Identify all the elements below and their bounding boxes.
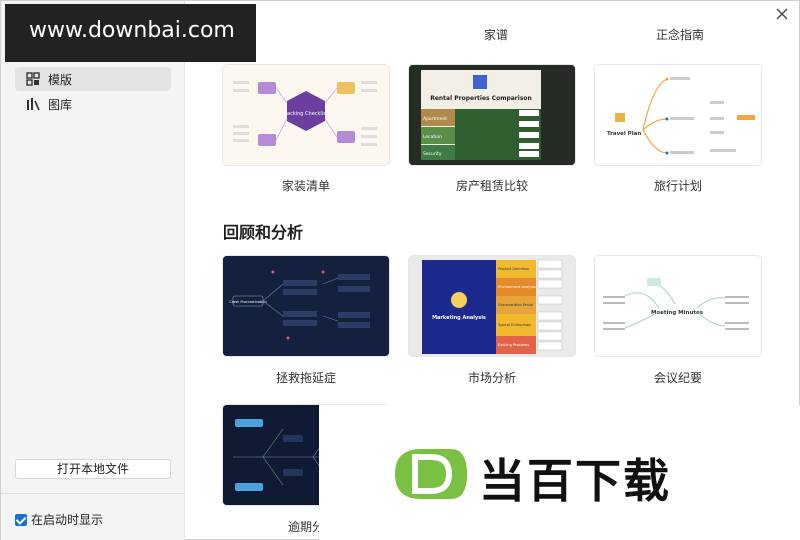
template-label-travel: 旅行计划	[653, 179, 702, 193]
thumb-row: Existing Problems	[498, 343, 529, 347]
thumb-row: Characteristics Period	[498, 303, 533, 307]
watermark-url: www.downbai.com	[5, 4, 256, 62]
thumb-title: Travel Plan	[607, 131, 641, 137]
sidebar-item-templates[interactable]: 模版	[15, 67, 171, 91]
sidebar-item-gallery[interactable]: 图库	[15, 92, 171, 116]
template-label-procrastination: 拯救拖延症	[275, 371, 336, 385]
watermark-brand: 当百下载	[479, 454, 671, 508]
show-on-startup-option[interactable]: 在启动时显示	[15, 511, 103, 528]
template-card-packing[interactable]: Packing Checklist	[223, 65, 389, 165]
template-label-family-tree: 家谱	[484, 28, 509, 42]
rental-thumbnail: Rental Properties Comparison Apartment L…	[409, 65, 575, 165]
close-icon	[776, 8, 788, 20]
template-label-meeting: 会议纪要	[653, 371, 702, 385]
template-card-procrastination[interactable]: Crash Procrastination	[223, 256, 389, 356]
sidebar-item-label: 模版	[48, 72, 73, 87]
thumb-row: Product Definition	[498, 267, 529, 271]
thumb-title: Marketing Analysis	[432, 315, 486, 321]
meeting-thumbnail: Meeting Minutes	[595, 256, 761, 356]
template-label-rental: 房产租赁比较	[455, 179, 528, 193]
template-card-travel[interactable]: Travel Plan	[595, 65, 761, 165]
thumb-row: Location	[423, 134, 442, 140]
thumb-row: Security	[423, 151, 442, 157]
thumb-title: Meeting Minutes	[651, 310, 704, 316]
downbai-logo-icon	[395, 449, 467, 499]
thumb-row: Environment Analysis	[498, 285, 536, 289]
section-title-review-analysis: 回顾和分析	[223, 223, 304, 242]
thumb-title: Packing Checklist	[284, 111, 328, 117]
marketing-thumbnail: Marketing Analysis Product Definition En…	[409, 256, 575, 356]
thumb-title: Rental Properties Comparison	[430, 95, 532, 102]
sidebar: 模版 图库 打开本地文件 在启动时显示	[1, 1, 185, 540]
thumb-title: Crash Procrastination	[229, 300, 266, 304]
template-label-marketing: 市场分析	[467, 371, 516, 385]
template-card-marketing[interactable]: Marketing Analysis Product Definition En…	[409, 256, 575, 356]
thumb-row: Typical Enterprises	[497, 323, 531, 327]
procrastination-thumbnail: Crash Procrastination	[223, 256, 389, 356]
template-card-meeting[interactable]: Meeting Minutes	[595, 256, 761, 356]
travel-thumbnail: Travel Plan	[595, 65, 761, 165]
sidebar-divider	[1, 493, 185, 494]
gallery-icon	[26, 97, 40, 111]
template-window: 模版 图库 打开本地文件 在启动时显示 家谱 正念指南 Packing Chec…	[0, 0, 800, 540]
packing-thumbnail: Packing Checklist	[223, 65, 389, 165]
thumb-row: Apartment	[423, 116, 447, 122]
close-button[interactable]	[773, 5, 791, 23]
template-label-packing: 家装清单	[281, 179, 330, 193]
open-local-file-button[interactable]: 打开本地文件	[15, 459, 171, 479]
show-on-startup-checkbox[interactable]	[15, 513, 27, 526]
template-label-mindfulness: 正念指南	[656, 28, 705, 42]
template-card-rental[interactable]: Rental Properties Comparison Apartment L…	[409, 65, 575, 165]
template-icon	[26, 72, 40, 86]
show-on-startup-label: 在启动时显示	[31, 513, 104, 527]
sidebar-item-label: 图库	[48, 97, 73, 112]
